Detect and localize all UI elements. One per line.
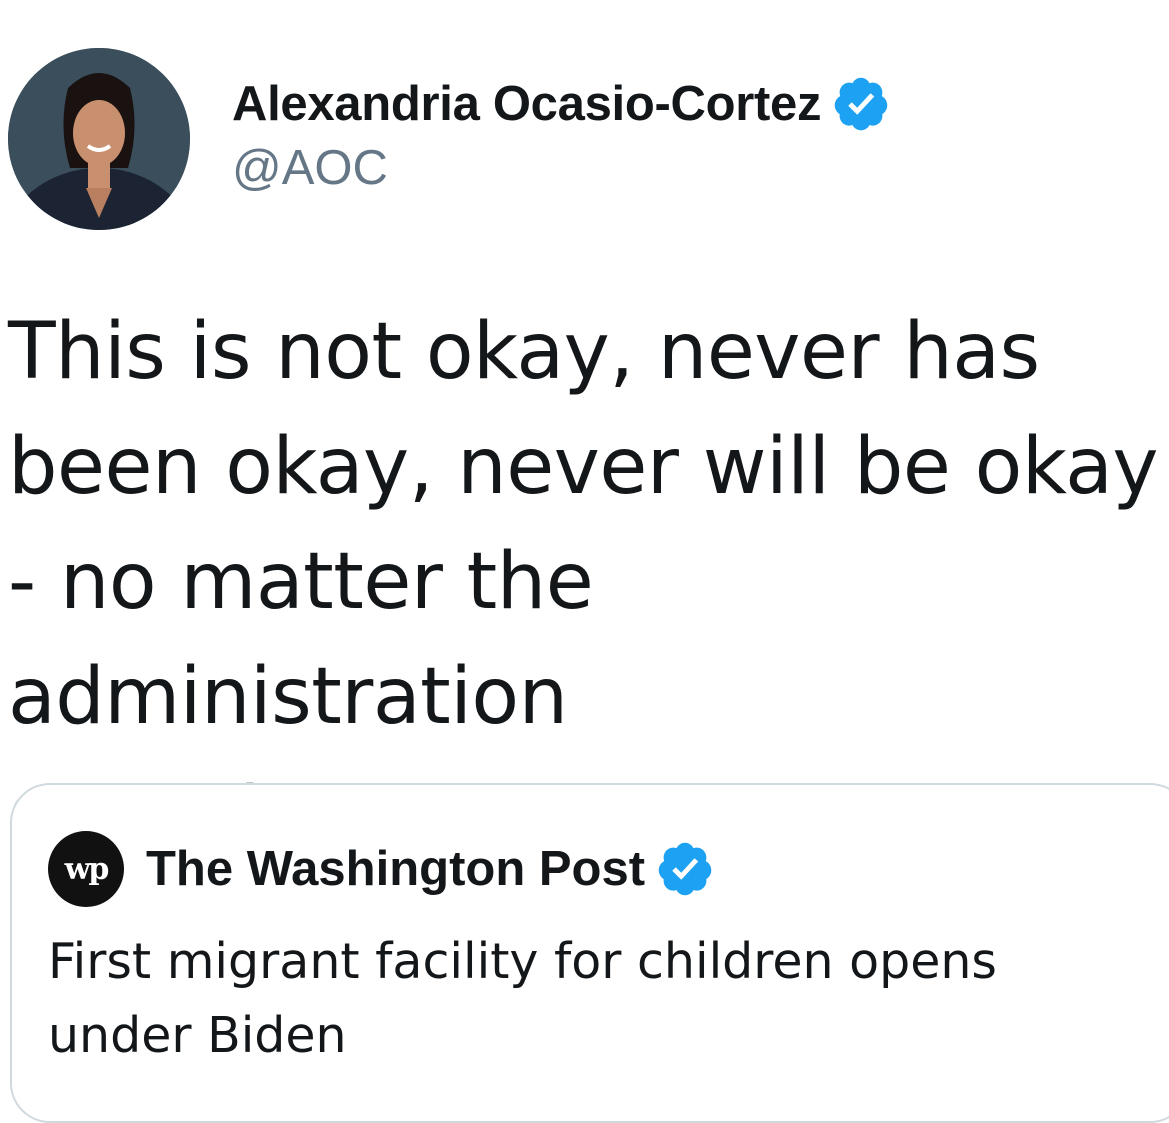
tweet: Alexandria Ocasio-Cortez @AOC This is no…	[0, 0, 1169, 1123]
verified-badge-icon	[658, 842, 712, 896]
verified-badge-icon	[834, 77, 888, 131]
name-row: Alexandria Ocasio-Cortez	[232, 72, 891, 136]
washington-post-logo-icon: wp	[48, 831, 124, 907]
logo-text: wp	[64, 851, 110, 887]
author-handle[interactable]: @AOC	[232, 140, 891, 196]
quoted-tweet-text: First migrant facility for children open…	[48, 933, 997, 1064]
avatar[interactable]	[8, 48, 190, 230]
quoted-tweet-card[interactable]: wp The Washington Post First migrant fac…	[10, 783, 1169, 1123]
quoted-display-name[interactable]: The Washington Post	[146, 841, 645, 897]
avatar-image	[8, 48, 190, 230]
author-display-name[interactable]: Alexandria Ocasio-Cortez	[232, 76, 821, 132]
author-info: Alexandria Ocasio-Cortez @AOC	[232, 72, 891, 196]
quoted-tweet-header: wp The Washington Post	[48, 831, 715, 907]
